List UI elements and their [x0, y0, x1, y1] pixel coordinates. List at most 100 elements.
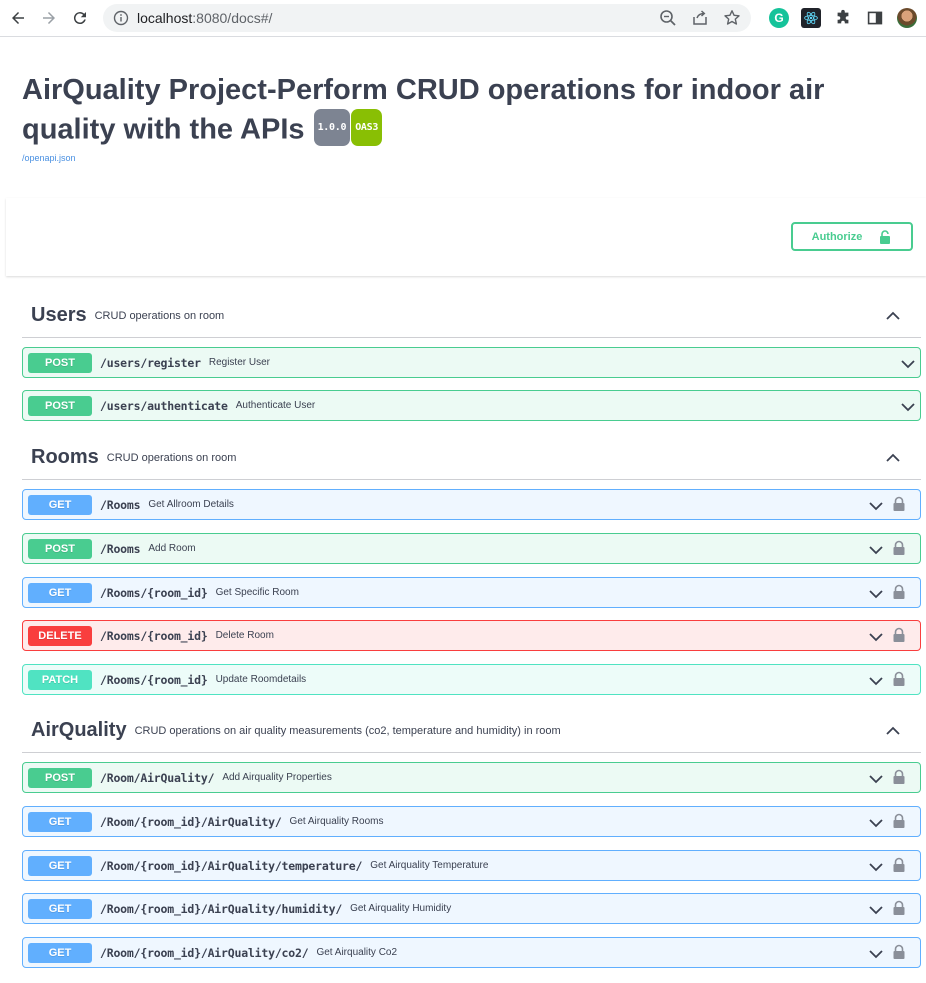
chevron-up-icon[interactable]	[885, 308, 901, 324]
chevron-down-icon[interactable]	[868, 859, 884, 875]
back-button[interactable]	[6, 6, 30, 30]
chevron-down-icon[interactable]	[868, 673, 884, 689]
operation-summary: Register User	[208, 357, 270, 368]
operation-post[interactable]: POST/Rooms Add Room	[22, 533, 921, 564]
authorize-label: Authorize	[811, 230, 863, 243]
lock-icon[interactable]	[892, 900, 906, 916]
operation-get[interactable]: GET/Room/{room_id}/AirQuality/temperatur…	[22, 850, 921, 881]
url-text: localhost:8080/docs#/	[137, 10, 273, 26]
method-badge: GET	[28, 855, 92, 876]
chevron-down-icon[interactable]	[900, 356, 916, 372]
chevron-up-icon[interactable]	[885, 450, 901, 466]
operation-summary: Get Specific Room	[215, 587, 299, 598]
chevron-down-icon[interactable]	[868, 902, 884, 918]
extensions-puzzle-icon[interactable]	[833, 8, 853, 28]
scheme-container: Authorize	[6, 198, 926, 276]
lock-icon[interactable]	[892, 813, 906, 829]
operation-path: /Rooms/{room_id}	[100, 672, 208, 687]
lock-icon[interactable]	[892, 540, 906, 556]
lock-icon[interactable]	[892, 944, 906, 960]
method-badge: GET	[28, 898, 92, 919]
operation-get[interactable]: GET/Rooms Get Allroom Details	[22, 489, 921, 520]
openapi-spec-link[interactable]: /openapi.json	[22, 153, 922, 163]
chevron-down-icon[interactable]	[868, 542, 884, 558]
method-badge: GET	[28, 494, 92, 515]
authorize-button[interactable]: Authorize	[791, 222, 913, 251]
operation-get[interactable]: GET/Rooms/{room_id} Get Specific Room	[22, 577, 921, 608]
react-devtools-extension-icon[interactable]	[801, 8, 821, 28]
tag-description: CRUD operations on room	[94, 309, 225, 322]
chevron-down-icon[interactable]	[868, 771, 884, 787]
chevron-down-icon[interactable]	[868, 815, 884, 831]
tag-description: CRUD operations on air quality measureme…	[134, 724, 561, 737]
operation-path: /Room/{room_id}/AirQuality/temperature/	[100, 858, 363, 873]
chevron-down-icon[interactable]	[900, 399, 916, 415]
operation-get[interactable]: GET/Room/{room_id}/AirQuality/co2/Get Ai…	[22, 937, 921, 968]
arrow-right-icon	[43, 12, 55, 24]
operation-summary: Get Allroom Details	[148, 499, 234, 510]
operation-post[interactable]: POST/users/authenticate Authenticate User	[22, 390, 921, 421]
site-info-icon[interactable]	[113, 10, 129, 26]
tag-section-users[interactable]: Users CRUD operations on room	[22, 294, 921, 338]
chevron-up-icon[interactable]	[885, 723, 901, 739]
method-badge: DELETE	[28, 625, 92, 646]
forward-button[interactable]	[37, 6, 61, 30]
operation-post[interactable]: POST/users/register Register User	[22, 347, 921, 378]
lock-icon[interactable]	[892, 857, 906, 873]
address-bar[interactable]: localhost:8080/docs#/	[103, 4, 751, 32]
operation-path: /Room/AirQuality/	[100, 770, 215, 785]
operation-summary: Update Roomdetails	[215, 674, 307, 685]
bookmark-star-icon[interactable]	[723, 9, 741, 27]
tag-name: Rooms	[31, 446, 99, 468]
tag-name: AirQuality	[31, 719, 127, 741]
operation-post[interactable]: POST/Room/AirQuality/Add Airquality Prop…	[22, 762, 921, 793]
lock-icon[interactable]	[892, 584, 906, 600]
operation-summary: Get Airquality Rooms	[289, 816, 384, 827]
operation-path: /users/register	[100, 355, 201, 370]
chevron-down-icon[interactable]	[868, 629, 884, 645]
tag-section-rooms[interactable]: Rooms CRUD operations on room	[22, 436, 921, 480]
operation-summary: Delete Room	[215, 630, 274, 641]
chevron-down-icon[interactable]	[868, 946, 884, 962]
operation-path: /Rooms/{room_id}	[100, 628, 208, 643]
method-badge: POST	[28, 395, 92, 416]
version-badge: 1.0.0	[313, 109, 351, 146]
reload-icon	[73, 12, 86, 25]
method-badge: GET	[28, 582, 92, 603]
tag-section-airquality[interactable]: AirQuality CRUD operations on air quality…	[22, 709, 921, 753]
lock-icon[interactable]	[892, 769, 906, 785]
api-info: AirQuality Project-Perform CRUD operatio…	[22, 74, 922, 163]
method-badge: GET	[28, 811, 92, 832]
operation-get[interactable]: GET/Room/{room_id}/AirQuality/humidity/G…	[22, 893, 921, 924]
operation-path: /Room/{room_id}/AirQuality/co2/	[100, 945, 309, 960]
grammarly-extension-icon[interactable]: G	[769, 8, 789, 28]
operation-path: /Rooms	[100, 541, 141, 556]
operation-path: /Room/{room_id}/AirQuality/humidity/	[100, 901, 343, 916]
profile-avatar[interactable]	[897, 8, 917, 28]
lock-icon[interactable]	[892, 496, 906, 512]
reload-button[interactable]	[68, 6, 92, 30]
operation-path: /Room/{room_id}/AirQuality/	[100, 814, 282, 829]
operation-delete[interactable]: DELETE/Rooms/{room_id} Delete Room	[22, 620, 921, 651]
method-badge: PATCH	[28, 669, 92, 690]
method-badge: POST	[28, 538, 92, 559]
operation-summary: Get Airquality Co2	[316, 947, 398, 958]
operation-summary: Add Room	[148, 543, 196, 554]
chevron-down-icon[interactable]	[868, 498, 884, 514]
lock-icon[interactable]	[892, 671, 906, 687]
zoom-icon[interactable]	[659, 9, 677, 27]
lock-icon[interactable]	[892, 627, 906, 643]
operation-summary: Get Airquality Humidity	[350, 903, 452, 914]
unlock-icon	[880, 229, 891, 244]
tag-description: CRUD operations on room	[106, 451, 237, 464]
share-icon[interactable]	[691, 9, 709, 27]
method-badge: POST	[28, 352, 92, 373]
chevron-down-icon[interactable]	[868, 586, 884, 602]
operation-summary: Add Airquality Properties	[222, 772, 332, 783]
operation-patch[interactable]: PATCH/Rooms/{room_id} Update Roomdetails	[22, 664, 921, 695]
operation-path: /users/authenticate	[100, 398, 228, 413]
tag-name: Users	[31, 304, 87, 326]
arrow-left-icon	[12, 12, 24, 24]
operation-get[interactable]: GET/Room/{room_id}/AirQuality/Get Airqua…	[22, 806, 921, 837]
side-panel-icon[interactable]	[865, 8, 885, 28]
